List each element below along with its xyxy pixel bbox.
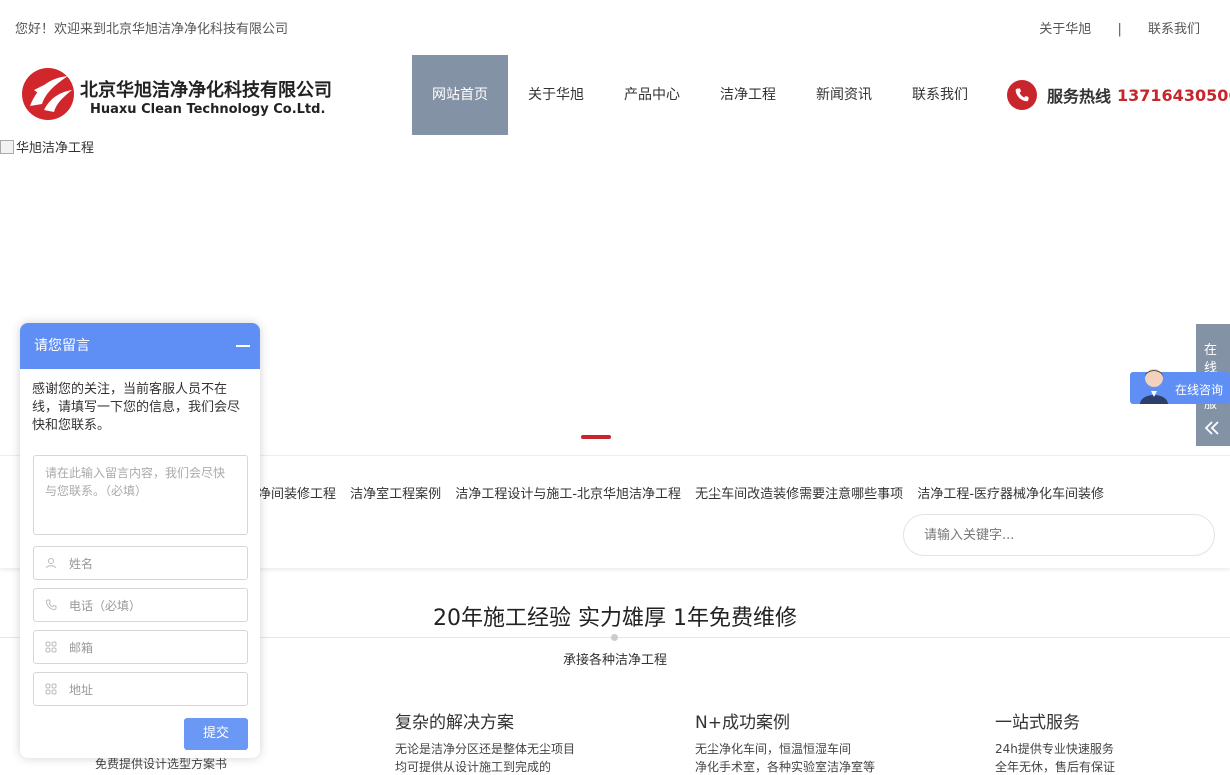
email-field[interactable]: 邮箱 (33, 630, 248, 664)
feature-title: 一站式服务 (995, 713, 1080, 733)
agent-avatar-icon (1140, 369, 1168, 404)
name-field[interactable]: 姓名 (33, 546, 248, 580)
feature-text: 无尘净化车间，恒温恒湿车间 (695, 742, 852, 756)
nav-contact[interactable]: 联系我们 (892, 55, 988, 135)
email-placeholder: 邮箱 (69, 640, 94, 655)
nav-home[interactable]: 网站首页 (412, 55, 508, 135)
feature-text: 净化手术室，各种实验室洁净室等 (695, 760, 876, 774)
feature-title: 复杂的解决方案 (395, 713, 514, 733)
message-widget-title: 请您留言 (34, 338, 90, 354)
minimize-icon[interactable] (236, 345, 250, 347)
top-bar: 您好！欢迎来到北京华旭洁净净化科技有限公司 关于华旭 | 联系我们 (0, 0, 1230, 55)
feature-text: 无论是洁净分区还是整体无尘项目 (395, 742, 576, 756)
hotline: 服务热线 13716430506 (1007, 80, 1230, 110)
online-consult-label: 在线咨询 (1175, 383, 1224, 397)
name-placeholder: 姓名 (69, 556, 94, 571)
phone-icon (1007, 80, 1037, 110)
banner-image-alt: 华旭洁净工程 (0, 137, 94, 156)
search-input[interactable] (924, 515, 1204, 555)
nav-news[interactable]: 新闻资讯 (796, 55, 892, 135)
top-links: 关于华旭 | 联系我们 (1039, 18, 1200, 37)
feature-title: N+成功案例 (695, 713, 790, 733)
message-textarea[interactable]: 请在此输入留言内容，我们会尽快与您联系。（必填） (33, 455, 248, 535)
grid-icon (44, 682, 58, 696)
hotword-item[interactable]: 净间装修工程 (258, 487, 336, 502)
top-link-about[interactable]: 关于华旭 (1039, 18, 1091, 37)
logo-company-name: 北京华旭洁净净化科技有限公司 (80, 80, 332, 101)
online-consult-button[interactable]: 在线咨询 (1130, 369, 1230, 404)
hotword-item[interactable]: 洁净工程设计与施工-北京华旭洁净工程 (455, 487, 681, 502)
submit-button[interactable]: 提交 (184, 718, 248, 750)
section-divider-dot (611, 634, 618, 641)
search-box (903, 514, 1215, 556)
hotword-item[interactable]: 洁净工程-医疗器械净化车间装修 (917, 487, 1104, 502)
hotword-item[interactable]: 无尘车间改造装修需要注意哪些事项 (695, 487, 903, 502)
feature-text: 全年无休，售后有保证 (995, 760, 1116, 774)
hotline-number: 13716430506 (1117, 85, 1230, 105)
main-nav: 网站首页 关于华旭 产品中心 洁净工程 新闻资讯 联系我们 (412, 55, 988, 135)
address-field[interactable]: 地址 (33, 672, 248, 706)
feature-service: 一站式服务 24h提供专业快速服务 全年无休，售后有保证 (995, 708, 1230, 775)
feature-text: 均可提供从设计施工到完成的 (395, 760, 552, 774)
hotword-item[interactable]: 洁净室工程案例 (350, 487, 441, 502)
site-logo[interactable]: 北京华旭洁净净化科技有限公司 Huaxu Clean Technology Co… (20, 66, 340, 124)
grid-icon (44, 640, 58, 654)
message-widget-header: 请您留言 (20, 323, 260, 369)
welcome-text: 您好！欢迎来到北京华旭洁净净化科技有限公司 (15, 22, 289, 37)
logo-mark-icon (22, 68, 74, 120)
banner-alt-text: 华旭洁净工程 (16, 141, 95, 156)
double-chevron-left-icon[interactable] (1204, 420, 1220, 441)
message-widget-intro: 感谢您的关注，当前客服人员不在线，请填写一下您的信息，我们会尽快和您联系。 (32, 382, 241, 433)
top-link-contact[interactable]: 联系我们 (1148, 18, 1200, 37)
hotline-label: 服务热线 (1047, 87, 1112, 106)
feature-text: 24h提供专业快速服务 (995, 742, 1114, 756)
top-link-separator: | (1117, 22, 1122, 37)
phone-outline-icon (44, 598, 58, 612)
feature-cases: N+成功案例 无尘净化车间，恒温恒湿车间 净化手术室，各种实验室洁净室等 (695, 708, 955, 775)
nav-engineering[interactable]: 洁净工程 (700, 55, 796, 135)
banner-pagination-dot[interactable] (581, 435, 611, 439)
address-placeholder: 地址 (69, 682, 94, 697)
user-icon (44, 556, 58, 570)
phone-field[interactable]: 电话（必填） (33, 588, 248, 622)
broken-image-icon (0, 139, 14, 154)
nav-products[interactable]: 产品中心 (604, 55, 700, 135)
message-widget: 请您留言 感谢您的关注，当前客服人员不在线，请填写一下您的信息，我们会尽快和您联… (20, 323, 260, 758)
logo-company-english: Huaxu Clean Technology Co.Ltd. (90, 102, 326, 117)
feature-solutions: 复杂的解决方案 无论是洁净分区还是整体无尘项目 均可提供从设计施工到完成的 (395, 708, 655, 775)
nav-about[interactable]: 关于华旭 (508, 55, 604, 135)
phone-placeholder: 电话（必填） (69, 598, 142, 613)
hotwords-list: 净间装修工程 洁净室工程案例 洁净工程设计与施工-北京华旭洁净工程 无尘车间改造… (258, 483, 1114, 502)
